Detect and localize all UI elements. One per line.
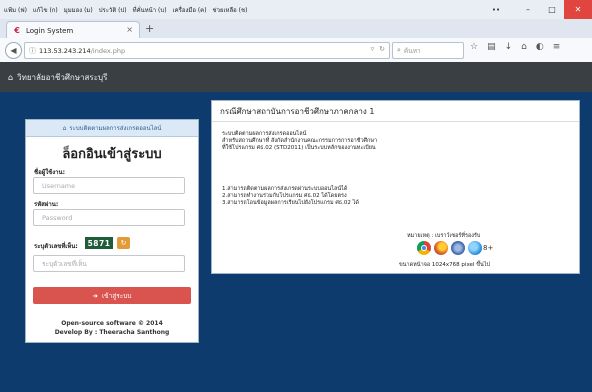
- footer-developer: Develop By : Theeracha Santhong: [54, 329, 170, 336]
- info-panel: กรณีศึกษาสถาบันการอาชีวศึกษาภาคกลาง 1 ระ…: [211, 100, 580, 274]
- menu-tools[interactable]: เครื่องมือ (ค): [173, 5, 207, 15]
- login-title: ล็อกอินเข้าสู่ระบบ: [62, 147, 162, 162]
- menu-file[interactable]: แฟ้ม (ฟ): [4, 5, 27, 15]
- login-panel: ⌂ ระบบติดตามผลการส่งเกรดออนไลน์ ล็อกอินเ…: [25, 119, 199, 343]
- more-icon[interactable]: ••: [476, 0, 516, 19]
- info-desc-line1: ระบบติดตามผลการส่งเกรดออนไลน์: [222, 131, 307, 137]
- login-subtitle[interactable]: ระบบติดตามผลการส่งเกรดออนไลน์: [69, 123, 161, 133]
- bookmark-star-icon[interactable]: ☆: [470, 42, 478, 52]
- browser-icons: 8+: [417, 241, 493, 255]
- footer-copyright: Open-source software © 2014: [61, 320, 163, 327]
- feature-item: 3.สามารถโอนข้อมูลผลการเรียนไปยังโปรแกรม …: [222, 200, 359, 206]
- refresh-captcha-button[interactable]: ↻: [117, 237, 130, 249]
- login-button[interactable]: ➜ เข้าสู่ระบบ: [33, 287, 191, 304]
- toolbar-icons: ☆ ▤ ↓ ⌂ ◐ ≡: [470, 42, 560, 52]
- resolution-note: ขนาดหน้าจอ 1024x768 pixel ขึ้นไป: [399, 262, 490, 268]
- menu-edit[interactable]: แก้ไข (ก): [33, 5, 58, 15]
- home-icon[interactable]: ⌂: [521, 42, 527, 52]
- address-bar[interactable]: ⓘ 113.53.243.214/index.php ▿ ↻: [24, 42, 390, 59]
- menu-items: แฟ้ม (ฟ) แก้ไข (ก) มุมมอง (ม) ประวัติ (ป…: [0, 5, 247, 15]
- site-navbar: ⌂ วิทยาลัยอาชีวศึกษาสระบุรี: [0, 62, 592, 92]
- new-tab-button[interactable]: +: [145, 22, 154, 35]
- info-desc-line3: ที่ใช้โปรแกรม ศธ.02 (STD2011) เป็นระบบหล…: [222, 145, 376, 151]
- search-icon: ⌕: [397, 46, 401, 54]
- download-icon[interactable]: ↓: [505, 42, 513, 52]
- window-controls: •• – □ ✕: [476, 0, 592, 19]
- firefox-icon: [434, 241, 448, 255]
- feature-item: 2.สามารถทำงานร่วมกับโปรแกรม ศธ.02 ได้โดย…: [222, 193, 347, 199]
- favicon-icon: €: [14, 26, 20, 35]
- login-button-label: เข้าสู่ระบบ: [101, 291, 132, 300]
- chrome-icon: [417, 241, 431, 255]
- captcha-label: ระบุตัวเลขที่เห็น:: [34, 243, 78, 250]
- tab-login-system[interactable]: € Login System ×: [6, 21, 140, 39]
- restore-button[interactable]: □: [540, 0, 564, 19]
- reload-icon[interactable]: ↻: [379, 45, 385, 53]
- menu-icon[interactable]: ≡: [553, 42, 561, 52]
- menu-help[interactable]: ช่วยเหลือ (ช): [213, 5, 248, 15]
- info-description: ระบบติดตามผลการส่งเกรดออนไลน์ สำหรับสถาน…: [222, 131, 562, 152]
- username-label: ชื่อผู้ใช้งาน:: [34, 169, 65, 176]
- username-input[interactable]: Username: [33, 177, 185, 194]
- refresh-icon: ↻: [120, 239, 127, 247]
- info-heading: กรณีศึกษาสถาบันการอาชีวศึกษาภาคกลาง 1: [212, 101, 579, 122]
- sign-in-icon: ➜: [92, 291, 98, 300]
- supported-browsers-label: หมายเหตุ : เบราว์เซอร์ที่รองรับ: [407, 233, 481, 239]
- password-label: รหัสผ่าน:: [34, 201, 59, 208]
- feature-item: 1.สามารถติดตามผลการส่งเกรดผ่านระบบออนไลน…: [222, 186, 348, 192]
- search-bar[interactable]: ⌕ ค้นหา: [392, 42, 464, 59]
- home-icon: ⌂: [62, 124, 67, 132]
- minimize-button[interactable]: –: [516, 0, 540, 19]
- url-path: /index.php: [90, 46, 126, 55]
- home-icon[interactable]: ⌂: [8, 73, 13, 82]
- login-footer: Open-source software © 2014 Develop By :…: [26, 319, 198, 337]
- menu-view[interactable]: มุมมอง (ม): [64, 5, 93, 15]
- login-subtitle-bar: ⌂ ระบบติดตามผลการส่งเกรดออนไลน์: [26, 120, 198, 137]
- bookmarks-icon[interactable]: ▤: [487, 42, 496, 52]
- feature-list: 1.สามารถติดตามผลการส่งเกรดผ่านระบบออนไลน…: [222, 186, 562, 207]
- ie-icon: [468, 241, 482, 255]
- tab-bar: € Login System × +: [0, 19, 592, 39]
- dropdown-icon[interactable]: ▿: [371, 45, 375, 53]
- captcha-placeholder: ระบุตัวเลขที่เห็น: [42, 259, 87, 268]
- info-desc-line2: สำหรับสถานศึกษาที่ สังกัดสำนักงานคณะกรรม…: [222, 138, 378, 144]
- username-placeholder: Username: [42, 181, 76, 190]
- close-window-button[interactable]: ✕: [564, 0, 592, 19]
- url-host: 113.53.243.214: [39, 46, 91, 55]
- site-info-icon[interactable]: ⓘ: [29, 46, 36, 56]
- back-button[interactable]: ◀: [5, 42, 22, 59]
- menu-bookmarks[interactable]: ที่คั่นหน้า (บ): [133, 5, 167, 15]
- address-actions: ▿ ↻: [371, 45, 385, 53]
- menu-bar: แฟ้ม (ฟ) แก้ไข (ก) มุมมอง (ม) ประวัติ (ป…: [0, 0, 592, 20]
- search-placeholder: ค้นหา: [403, 46, 421, 55]
- site-brand[interactable]: วิทยาลัยอาชีวศึกษาสระบุรี: [17, 71, 107, 84]
- password-placeholder: Password: [42, 213, 73, 222]
- tab-close-icon[interactable]: ×: [126, 25, 133, 34]
- pocket-icon[interactable]: ◐: [536, 42, 544, 52]
- captcha-input[interactable]: ระบุตัวเลขที่เห็น: [33, 255, 185, 272]
- opera-icon: [451, 241, 465, 255]
- password-input[interactable]: Password: [33, 209, 185, 226]
- tab-title: Login System: [26, 26, 74, 35]
- nav-toolbar: ◀ ⓘ 113.53.243.214/index.php ▿ ↻ ⌕ ค้นหา…: [0, 38, 592, 63]
- menu-history[interactable]: ประวัติ (ป): [99, 5, 127, 15]
- ie-version: 8+: [483, 244, 494, 252]
- captcha-image: 5871: [85, 237, 113, 249]
